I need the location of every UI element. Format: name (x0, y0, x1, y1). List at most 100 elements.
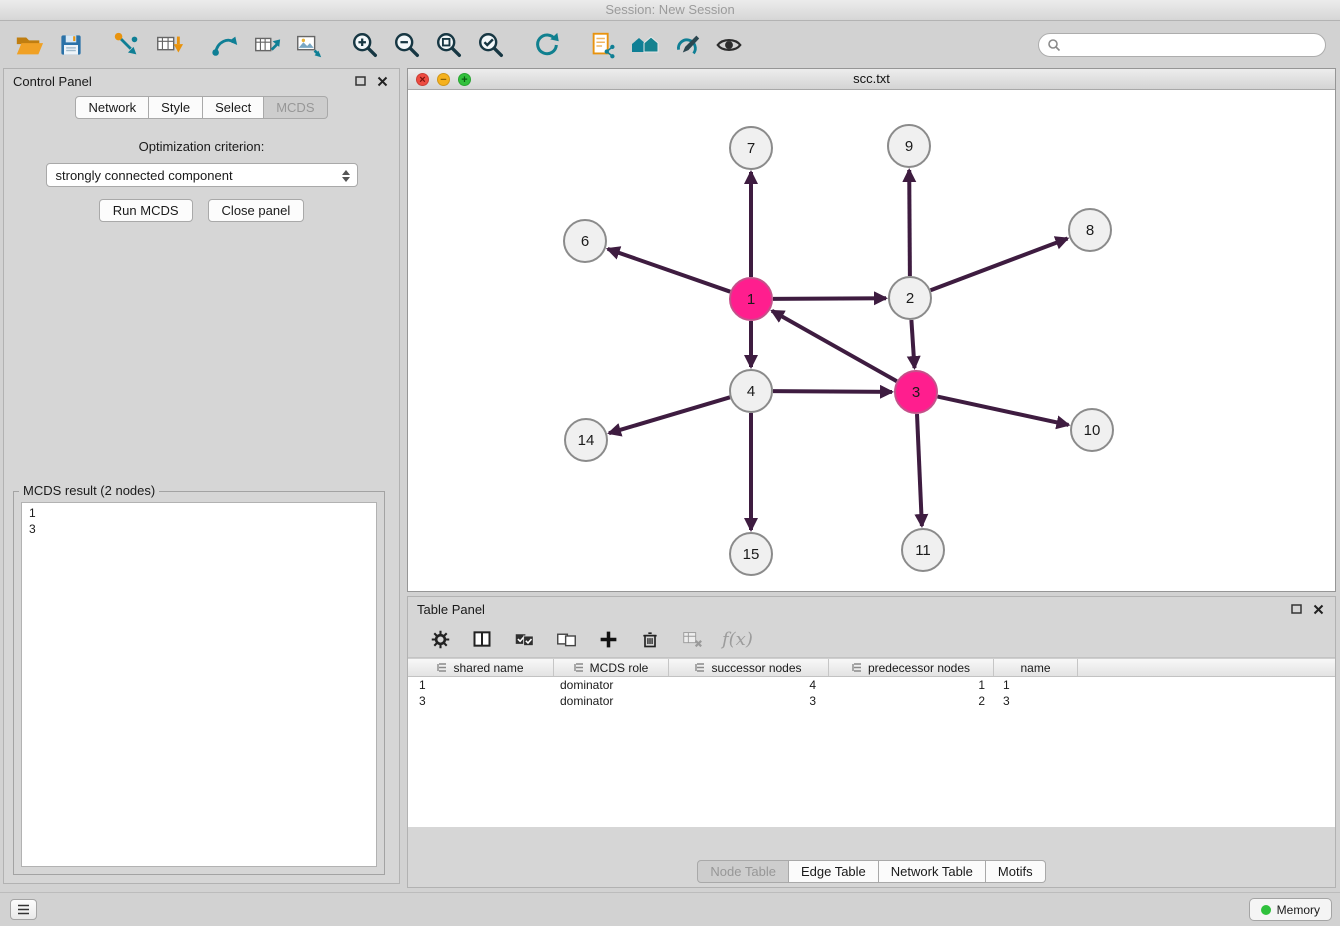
close-table-panel-icon[interactable] (1310, 601, 1326, 617)
delete-columns-trash-icon[interactable] (638, 627, 662, 651)
memory-button[interactable]: Memory (1249, 898, 1332, 921)
export-image-icon[interactable] (288, 26, 330, 64)
criterion-dropdown[interactable]: strongly connected component (46, 163, 358, 187)
tab-motifs[interactable]: Motifs (986, 860, 1046, 883)
zoom-selected-icon[interactable] (470, 26, 512, 64)
graph-node-15[interactable]: 15 (730, 533, 772, 575)
graph-edge-4-3[interactable] (773, 391, 892, 392)
graph-node-7[interactable]: 7 (730, 127, 772, 169)
tab-edge-table[interactable]: Edge Table (789, 860, 879, 883)
tab-mcds[interactable]: MCDS (264, 96, 327, 119)
control-panel: Control Panel Network Style Select MCDS … (3, 68, 400, 884)
table-settings-gear-icon[interactable] (428, 627, 452, 651)
control-panel-tabs: Network Style Select MCDS (4, 96, 399, 119)
svg-text:10: 10 (1084, 422, 1101, 439)
tab-select[interactable]: Select (203, 96, 264, 119)
column-header-successor-nodes[interactable]: successor nodes (669, 659, 829, 676)
save-session-icon[interactable] (50, 26, 92, 64)
search-box[interactable] (1038, 33, 1326, 57)
close-panel-button[interactable]: Close panel (208, 199, 305, 222)
control-panel-title: Control Panel (13, 74, 92, 89)
table-panel-header: Table Panel (408, 597, 1335, 621)
graph-node-10[interactable]: 10 (1071, 409, 1113, 451)
export-table-icon[interactable] (246, 26, 288, 64)
graph-edge-3-10[interactable] (938, 397, 1069, 425)
svg-text:4: 4 (747, 383, 755, 400)
graph-edge-1-6[interactable] (608, 249, 731, 292)
control-panel-header: Control Panel (4, 69, 399, 93)
tab-node-table[interactable]: Node Table (697, 860, 789, 883)
graph-node-9[interactable]: 9 (888, 125, 930, 167)
table-row[interactable]: 3 dominator 3 2 3 (408, 693, 1335, 709)
tab-network[interactable]: Network (75, 96, 149, 119)
zoom-out-icon[interactable] (386, 26, 428, 64)
graph-edge-3-11[interactable] (917, 414, 922, 526)
node-table-body: 1 dominator 4 1 1 3 dominator 3 2 3 (408, 677, 1335, 827)
network-window-titlebar[interactable]: × − + scc.txt (408, 69, 1335, 90)
column-header-shared-name[interactable]: shared name (408, 659, 554, 676)
graph-edge-2-3[interactable] (911, 320, 914, 368)
window-title: Session: New Session (605, 2, 734, 17)
tab-style[interactable]: Style (149, 96, 203, 119)
export-to-web-icon[interactable] (582, 26, 624, 64)
criterion-value: strongly connected component (56, 168, 233, 183)
zoom-fit-icon[interactable] (428, 26, 470, 64)
maximize-window-icon[interactable]: + (458, 73, 471, 86)
mcds-result-group: MCDS result (2 nodes) 1 3 (13, 491, 385, 875)
refresh-icon[interactable] (526, 26, 568, 64)
show-panel-list-button[interactable] (10, 899, 37, 920)
table-panel-tabs: Node Table Edge Table Network Table Moti… (408, 860, 1335, 883)
graph-edge-2-9[interactable] (909, 170, 910, 276)
float-table-panel-icon[interactable] (1288, 601, 1304, 617)
column-header-mcds-role[interactable]: MCDS role (554, 659, 669, 676)
function-builder-button[interactable]: f(x) (722, 629, 753, 650)
create-column-plus-icon[interactable] (596, 627, 620, 651)
import-network-icon[interactable] (106, 26, 148, 64)
zoom-in-icon[interactable] (344, 26, 386, 64)
graph-node-14[interactable]: 14 (565, 419, 607, 461)
search-input[interactable] (1065, 38, 1317, 52)
graph-node-11[interactable]: 11 (902, 529, 944, 571)
graph-node-2[interactable]: 2 (889, 277, 931, 319)
svg-text:15: 15 (743, 546, 760, 563)
graph-edge-3-1[interactable] (772, 311, 897, 381)
svg-text:11: 11 (915, 542, 931, 559)
window-titlebar: Session: New Session (0, 0, 1340, 21)
graph-node-4[interactable]: 4 (730, 370, 772, 412)
float-panel-icon[interactable] (352, 73, 368, 89)
mcds-result-line: 1 (29, 505, 369, 521)
deselect-all-columns-icon[interactable] (554, 627, 578, 651)
column-header-predecessor-nodes[interactable]: predecessor nodes (829, 659, 994, 676)
graph-edge-2-8[interactable] (931, 239, 1068, 291)
graph-node-1[interactable]: 1 (730, 278, 772, 320)
graph-node-3[interactable]: 3 (895, 371, 937, 413)
svg-text:8: 8 (1086, 222, 1094, 239)
graph-edge-4-14[interactable] (609, 397, 730, 433)
tab-network-table[interactable]: Network Table (879, 860, 986, 883)
table-header-row: shared name MCDS role successor nodes pr… (408, 658, 1335, 677)
mcds-result-list[interactable]: 1 3 (21, 502, 377, 867)
show-details-eye-icon[interactable] (708, 26, 750, 64)
table-toolbar: f(x) (408, 621, 1335, 658)
show-column-icon[interactable] (470, 627, 494, 651)
column-type-icon (574, 662, 585, 673)
column-header-name[interactable]: name (994, 659, 1078, 676)
apply-style-icon[interactable] (666, 26, 708, 64)
memory-label: Memory (1277, 903, 1320, 917)
graph-edge-1-2[interactable] (773, 298, 886, 299)
graph-node-8[interactable]: 8 (1069, 209, 1111, 251)
import-table-icon[interactable] (148, 26, 190, 64)
new-network-icon[interactable] (204, 26, 246, 64)
network-view-window: × − + scc.txt 7 9 6 8 1 2 3 4 14 10 15 11 (407, 68, 1336, 592)
network-overview-icon[interactable] (624, 26, 666, 64)
open-session-icon[interactable] (8, 26, 50, 64)
run-mcds-button[interactable]: Run MCDS (99, 199, 193, 222)
minimize-window-icon[interactable]: − (437, 73, 450, 86)
close-panel-icon[interactable] (374, 73, 390, 89)
table-row[interactable]: 1 dominator 4 1 1 (408, 677, 1335, 693)
graph-node-6[interactable]: 6 (564, 220, 606, 262)
network-canvas[interactable]: 7 9 6 8 1 2 3 4 14 10 15 11 (408, 90, 1335, 591)
select-all-columns-icon[interactable] (512, 627, 536, 651)
delete-table-icon[interactable] (680, 627, 704, 651)
close-window-icon[interactable]: × (416, 73, 429, 86)
